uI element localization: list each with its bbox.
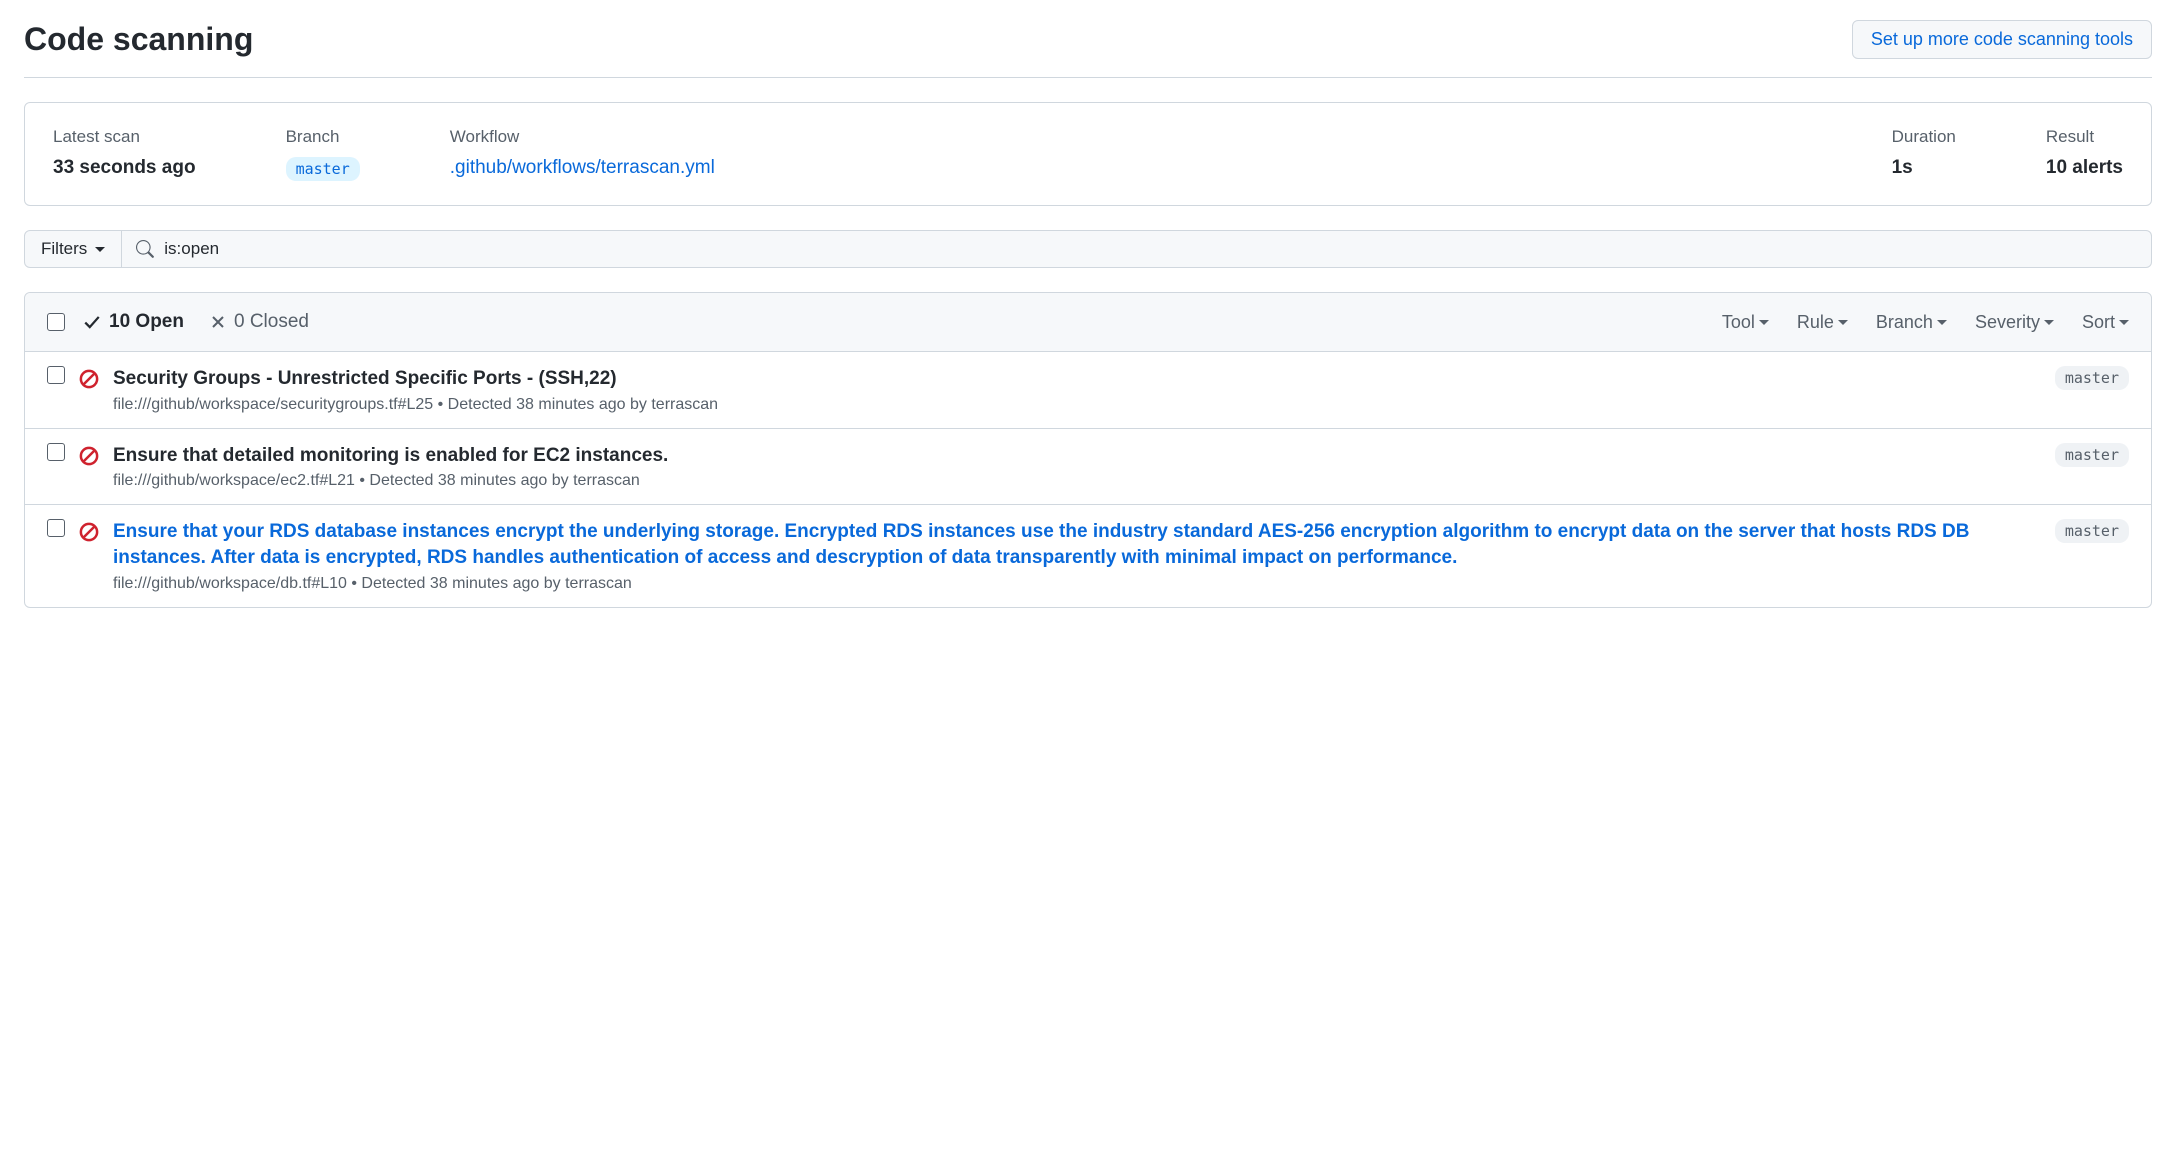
filter-label: Sort (2082, 312, 2115, 333)
alert-row[interactable]: Security Groups - Unrestricted Specific … (25, 352, 2151, 429)
select-all-checkbox[interactable] (47, 313, 65, 331)
filters-button[interactable]: Filters (24, 230, 122, 268)
latest-scan-value: 33 seconds ago (53, 157, 196, 179)
caret-down-icon (1759, 320, 1769, 325)
alert-title[interactable]: Ensure that detailed monitoring is enabl… (113, 443, 2041, 469)
filter-label: Branch (1876, 312, 1933, 333)
filter-branch[interactable]: Branch (1876, 312, 1947, 333)
result-value: 10 alerts (2046, 157, 2123, 179)
alert-meta: file:///github/workspace/db.tf#L10 • Det… (113, 575, 2041, 593)
alert-meta: file:///github/workspace/securitygroups.… (113, 396, 2041, 414)
filter-label: Severity (1975, 312, 2040, 333)
alert-meta: file:///github/workspace/ec2.tf#L21 • De… (113, 472, 2041, 490)
alert-body: Ensure that detailed monitoring is enabl… (113, 443, 2041, 491)
alerts-list: 10 Open 0 Closed Tool Rule Branch Severity S… (24, 292, 2152, 608)
no-entry-icon (79, 369, 99, 389)
closed-tab[interactable]: 0 Closed (210, 311, 309, 333)
open-count: 10 Open (109, 311, 184, 333)
filter-label: Rule (1797, 312, 1834, 333)
check-icon (83, 313, 101, 331)
alerts-header: 10 Open 0 Closed Tool Rule Branch Severity S… (25, 293, 2151, 352)
filter-label: Tool (1722, 312, 1755, 333)
alert-row[interactable]: Ensure that your RDS database instances … (25, 505, 2151, 606)
open-tab[interactable]: 10 Open (83, 311, 184, 333)
scan-summary: Latest scan 33 seconds ago Branch master… (24, 102, 2152, 206)
alert-checkbox[interactable] (47, 443, 65, 461)
filter-severity[interactable]: Severity (1975, 312, 2054, 333)
alert-body: Ensure that your RDS database instances … (113, 519, 2041, 592)
alert-body: Security Groups - Unrestricted Specific … (113, 366, 2041, 414)
alert-checkbox[interactable] (47, 366, 65, 384)
workflow-label: Workflow (450, 127, 1802, 147)
alert-row[interactable]: Ensure that detailed monitoring is enabl… (25, 429, 2151, 506)
caret-down-icon (1838, 320, 1848, 325)
alert-title[interactable]: Security Groups - Unrestricted Specific … (113, 366, 2041, 392)
alert-title[interactable]: Ensure that your RDS database instances … (113, 519, 2041, 570)
caret-down-icon (1937, 320, 1947, 325)
search-wrap[interactable] (122, 230, 2152, 268)
caret-down-icon (95, 247, 105, 252)
branch-label: Branch (286, 127, 360, 147)
latest-scan-label: Latest scan (53, 127, 196, 147)
page-title: Code scanning (24, 21, 253, 58)
search-input[interactable] (164, 231, 2137, 267)
result-label: Result (2046, 127, 2123, 147)
closed-count: 0 Closed (234, 311, 309, 333)
alert-branch-tag[interactable]: master (2055, 443, 2129, 467)
duration-label: Duration (1892, 127, 1956, 147)
alert-branch-tag[interactable]: master (2055, 366, 2129, 390)
filter-rule[interactable]: Rule (1797, 312, 1848, 333)
x-icon (210, 314, 226, 330)
filter-tool[interactable]: Tool (1722, 312, 1769, 333)
alert-branch-tag[interactable]: master (2055, 519, 2129, 543)
search-icon (136, 240, 154, 258)
branch-tag[interactable]: master (286, 157, 360, 181)
workflow-link[interactable]: .github/workflows/terrascan.yml (450, 157, 1802, 179)
no-entry-icon (79, 522, 99, 542)
alert-checkbox[interactable] (47, 519, 65, 537)
caret-down-icon (2119, 320, 2129, 325)
setup-more-tools-button[interactable]: Set up more code scanning tools (1852, 20, 2152, 59)
filter-sort[interactable]: Sort (2082, 312, 2129, 333)
duration-value: 1s (1892, 157, 1956, 179)
filters-label: Filters (41, 239, 87, 259)
caret-down-icon (2044, 320, 2054, 325)
no-entry-icon (79, 446, 99, 466)
